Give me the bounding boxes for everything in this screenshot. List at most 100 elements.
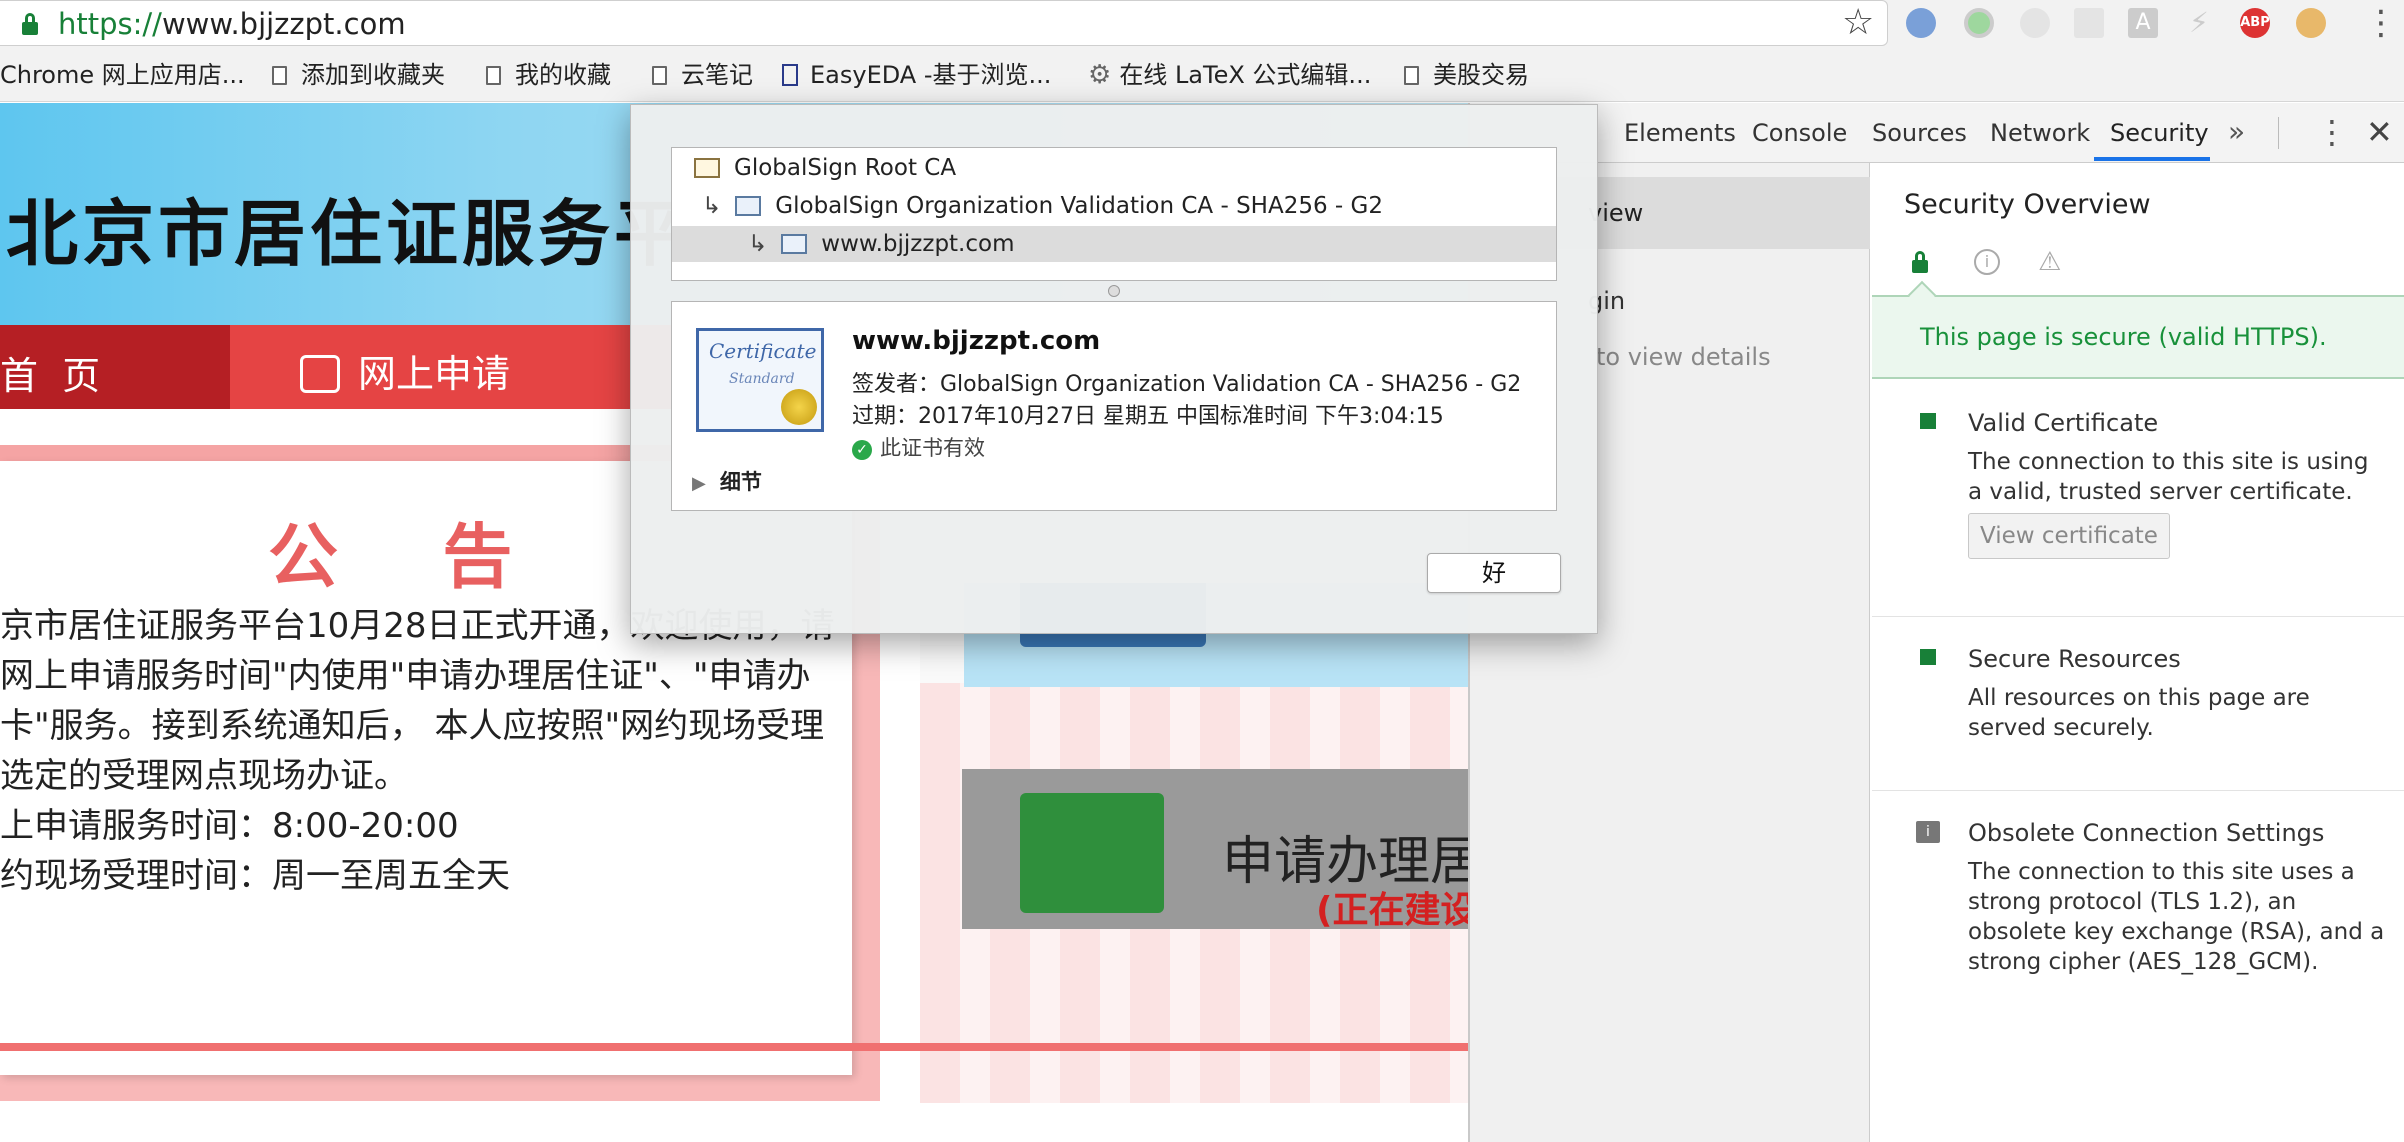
screen: https://www.bjjzzpt.com ☆ A ⚡ ABP ⋮ Chro… — [0, 0, 2404, 1142]
tab-console[interactable]: Console — [1752, 119, 1847, 147]
notice-line: 卡"服务。接到系统通知后， 本人应按照"网约现场受理 — [0, 706, 825, 746]
page-icon — [486, 66, 501, 85]
secure-square-icon — [1920, 413, 1936, 429]
notice-title: 公 告 — [268, 516, 553, 598]
bookmark-cloud-notes[interactable]: 云笔记 — [652, 60, 753, 90]
chain-item-root[interactable]: GlobalSign Root CA — [672, 150, 1556, 186]
certificate-chain: GlobalSign Root CA ↳ GlobalSign Organizat… — [671, 147, 1557, 281]
more-tabs-icon[interactable]: » — [2228, 115, 2245, 148]
bookmark-label: Chrome 网上应用店... — [0, 61, 245, 89]
cookie-extension-icon[interactable] — [2296, 8, 2326, 38]
bookmark-my-favorites[interactable]: 我的收藏 — [486, 60, 611, 90]
section-desc: All resources on this page are served se… — [1968, 685, 2310, 741]
devtools-panel: Elements Console Sources Network Securit… — [1468, 103, 2404, 1142]
section-title: Valid Certificate — [1968, 409, 2159, 437]
active-tab-indicator — [2094, 157, 2210, 161]
url-host: www.bjjzzpt.com — [161, 7, 406, 41]
tab-sources[interactable]: Sources — [1872, 119, 1967, 147]
a-extension-label: A — [2135, 10, 2151, 35]
green-dot-extension-icon[interactable] — [1964, 8, 1994, 38]
nav-home[interactable]: 首 页 — [0, 325, 230, 409]
bookmark-label: 云笔记 — [681, 61, 753, 89]
url-text[interactable]: https://www.bjjzzpt.com — [58, 8, 406, 40]
details-disclosure[interactable]: ▶ 细节 — [692, 466, 762, 496]
chrome-menu-icon[interactable]: ⋮ — [2364, 6, 2398, 40]
edit-icon — [300, 355, 340, 393]
cert-icon-subtext: Standard — [729, 371, 795, 387]
root-cert-icon — [694, 158, 720, 178]
ok-button[interactable]: 好 — [1427, 553, 1561, 593]
page-icon — [272, 66, 287, 85]
lock-icon — [1912, 251, 1928, 273]
notice-line: 上申请服务时间：8:00-20:00 — [0, 806, 459, 846]
warning-icon: ⚠ — [2038, 247, 2062, 277]
security-state-icons: i ⚠ — [1904, 245, 2061, 281]
bookmark-label: 我的收藏 — [515, 61, 611, 89]
nav-apply-label: 网上申请 — [358, 352, 511, 396]
bookmark-label: EasyEDA -基于浏览... — [810, 61, 1052, 89]
notice-line: 约现场受理时间：周一至周五全天 — [0, 856, 510, 896]
devtools-menu-icon[interactable]: ⋮ — [2316, 113, 2348, 151]
service-card-apply-residence[interactable]: 申请办理居 (正在建设 — [962, 769, 1468, 931]
check-icon: ✓ — [852, 440, 872, 460]
globe-extension-icon[interactable] — [1906, 8, 1936, 38]
bookmark-star-icon[interactable]: ☆ — [1842, 5, 1874, 41]
bookmark-easyeda[interactable]: EasyEDA -基于浏览... — [782, 60, 1051, 90]
chain-item-intermediate[interactable]: ↳ GlobalSign Organization Validation CA -… — [672, 188, 1556, 224]
view-certificate-button[interactable]: View certificate — [1968, 513, 2170, 559]
tab-network[interactable]: Network — [1990, 119, 2090, 147]
chain-arrow-icon: ↳ — [702, 193, 722, 219]
bookmarks-bar: Chrome 网上应用店... 添加到收藏夹 我的收藏 云笔记 EasyEDA … — [0, 50, 2404, 102]
cert-valid-status: ✓ 此证书有效 — [852, 432, 985, 462]
notice-line: 选定的受理网点现场办证。 — [0, 756, 408, 796]
cert-icon-text: Certificate — [709, 339, 817, 363]
address-bar[interactable]: https://www.bjjzzpt.com ☆ — [0, 0, 1888, 46]
lightning-extension-icon[interactable]: ⚡ — [2184, 8, 2214, 38]
tab-security[interactable]: Security — [2110, 119, 2209, 147]
toolbar-divider — [2278, 117, 2279, 149]
close-icon[interactable]: ✕ — [2366, 113, 2393, 151]
disclosure-triangle-icon: ▶ — [692, 473, 706, 494]
chain-arrow-icon: ↳ — [748, 231, 768, 257]
adblock-label: ABP — [2240, 15, 2270, 30]
valid-label: 此证书有效 — [880, 436, 985, 460]
section-desc: The connection to this site is using a v… — [1968, 449, 2369, 505]
bookmark-latex[interactable]: ⚙ 在线 LaTeX 公式编辑... — [1088, 60, 1371, 90]
adblock-extension-icon[interactable]: ABP — [2240, 8, 2270, 38]
chain-item-leaf[interactable]: ↳ www.bjjzzpt.com — [672, 226, 1556, 262]
certificate-details: Certificate Standard www.bjjzzpt.com 签发者… — [671, 301, 1557, 511]
divider — [0, 1043, 1468, 1051]
sidebar-hint: to view details — [1596, 343, 1771, 371]
section-title: Secure Resources — [1968, 645, 2181, 673]
bookmark-label: 添加到收藏夹 — [301, 61, 445, 89]
nav-online-apply[interactable]: 网上申请 — [300, 343, 510, 398]
pane-splitter-handle[interactable] — [1108, 285, 1120, 297]
security-overview: Security Overview i ⚠ This page is secur… — [1872, 163, 2404, 1142]
service-card-subtitle: (正在建设 — [1316, 890, 1468, 931]
secure-square-icon — [1920, 649, 1936, 665]
bookmark-label: 美股交易 — [1433, 61, 1529, 89]
seal-icon — [781, 389, 817, 425]
certificate-dialog: GlobalSign Root CA ↳ GlobalSign Organizat… — [630, 104, 1598, 634]
bookmark-us-stocks[interactable]: 美股交易 — [1404, 60, 1529, 90]
cert-expiry: 过期：2017年10月27日 星期五 中国标准时间 下午3:04:15 — [852, 404, 1444, 429]
section-secure-resources: Secure Resources All resources on this p… — [1872, 617, 2404, 791]
residence-card-image — [1020, 793, 1164, 913]
notice-text: 京市居住证服务平台10月28日正式开通，欢迎使用，请 网上申请服务时间"内使用"… — [0, 601, 852, 901]
bookmark-label: 在线 LaTeX 公式编辑... — [1119, 61, 1372, 89]
cert-icon — [735, 196, 762, 216]
lock-icon[interactable] — [22, 13, 38, 35]
gear-icon: ⚙ — [1088, 60, 1112, 90]
cert-icon — [781, 234, 808, 254]
page-icon — [1404, 66, 1419, 85]
easyeda-icon — [782, 64, 798, 86]
tab-elements[interactable]: Elements — [1624, 119, 1736, 147]
nav-home-label: 首 页 — [0, 354, 107, 398]
moon-extension-icon[interactable] — [2020, 8, 2050, 38]
section-desc: The connection to this site uses a stron… — [1968, 859, 2385, 975]
a-extension-icon[interactable]: A — [2128, 8, 2158, 38]
bookmark-add-favorites[interactable]: 添加到收藏夹 — [272, 60, 445, 90]
bookmark-chrome-store[interactable]: Chrome 网上应用店... — [0, 60, 245, 90]
table-extension-icon[interactable] — [2074, 8, 2104, 38]
secure-message: This page is secure (valid HTTPS). — [1920, 323, 2327, 351]
